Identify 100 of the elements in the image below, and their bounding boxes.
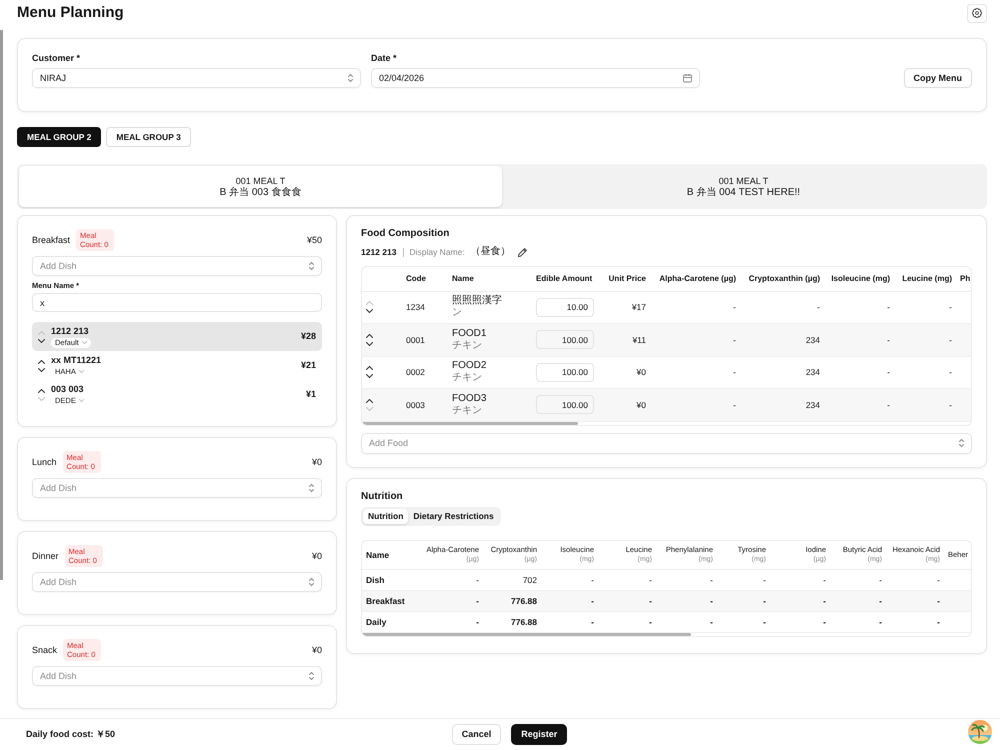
meal-name: Breakfast (32, 234, 70, 246)
scrollbar-thumb[interactable] (362, 422, 578, 424)
value-cell: - (656, 590, 717, 612)
value-cell: - (886, 612, 944, 632)
settings-button[interactable] (967, 4, 987, 22)
amount-input[interactable]: 100.00 (536, 395, 594, 414)
column-header: Cryptoxanthin (µg) (740, 267, 824, 291)
meal-group-tab[interactable]: MEAL GROUP 2 (17, 127, 102, 147)
meal-cost: ¥0 (312, 644, 322, 656)
chevron-updown-icon (959, 439, 964, 447)
tab[interactable]: Nutrition (363, 508, 408, 524)
daily-cost-text: Daily food cost: ￥50 (26, 729, 116, 740)
meal-tab[interactable]: 001 MEAL T B 弁当 003 食食食 (19, 166, 502, 207)
add-dish-select[interactable]: Add Dish (32, 256, 322, 276)
calendar-icon (683, 74, 692, 82)
menu-name-input[interactable]: x (32, 293, 322, 312)
register-button[interactable]: Register (511, 724, 568, 745)
value-cell: - (886, 590, 944, 612)
food-reading: ン (452, 307, 463, 320)
card-title: Food Composition (361, 228, 450, 240)
field-label: Date * (371, 53, 398, 64)
chevron-up-icon[interactable] (38, 388, 45, 392)
meal-cost: ¥0 (312, 550, 322, 562)
dish-name: 003 003 (51, 384, 85, 394)
value-cell: - (824, 324, 894, 356)
amount-input[interactable]: 100.00 (536, 362, 594, 382)
field-label: Customer * (32, 53, 82, 64)
price-cell: ¥11 (600, 324, 650, 356)
copy-menu-button[interactable]: Copy Menu (904, 68, 972, 88)
dish-price: ¥28 (300, 331, 316, 342)
column-header: Name (448, 267, 532, 291)
chevron-updown-icon (309, 578, 314, 586)
value-cell: - (650, 388, 740, 421)
code-cell: 0001 (402, 324, 448, 356)
island-icon[interactable] (967, 718, 993, 744)
meal-name: Lunch (32, 456, 57, 468)
page-title: Menu Planning (17, 4, 124, 22)
value-cell: 234 (740, 324, 824, 356)
value-cell: - (598, 590, 656, 612)
add-dish-select[interactable]: Add Dish (32, 572, 322, 592)
chevron-down-icon[interactable] (366, 342, 373, 346)
column-header: Unit Price (600, 267, 650, 291)
meal-tab[interactable]: 001 MEAL T B 弁当 004 TEST HERE!! (502, 166, 985, 207)
chevron-up-icon[interactable] (366, 334, 373, 338)
amount-input[interactable]: 10.00 (536, 298, 594, 317)
food-reading: チキン (452, 372, 483, 384)
value-cell: - (541, 590, 598, 612)
chevron-down-icon[interactable] (38, 368, 45, 372)
date-field[interactable]: 02/04/2026 (371, 68, 700, 88)
chevron-down-icon (82, 341, 87, 344)
food-name: 照照照漢字 (452, 295, 503, 308)
value-cell: - (650, 324, 740, 356)
column-header: Ph (956, 267, 971, 291)
value-cell: - (770, 612, 830, 632)
value-cell: - (717, 590, 770, 612)
meal-name: Dinner (32, 550, 59, 562)
chevron-up-icon[interactable] (366, 366, 373, 370)
tab[interactable]: Dietary Restrictions (408, 508, 499, 524)
chevron-updown-icon (309, 262, 314, 270)
chevron-down-icon (78, 399, 84, 402)
chevron-down-icon (78, 370, 84, 373)
chevron-down-icon[interactable] (366, 309, 373, 314)
chevron-updown-icon (309, 672, 314, 680)
customer-select[interactable]: NIRAJ (32, 68, 361, 88)
chevron-updown-icon (348, 74, 353, 82)
price-cell: ¥0 (600, 388, 650, 421)
value-cell: - (824, 388, 894, 421)
add-dish-select[interactable]: Add Dish (32, 478, 322, 498)
display-name: （昼食） (470, 246, 511, 258)
dish-code: 1212 213 (361, 246, 396, 258)
chevron-up-icon[interactable] (366, 398, 373, 403)
amount-input[interactable]: 100.00 (536, 330, 594, 350)
meal-cost: ¥50 (306, 234, 322, 246)
cancel-button[interactable]: Cancel (452, 724, 502, 745)
edit-icon[interactable] (518, 248, 527, 256)
column-header: Isoleucine (mg) (824, 267, 894, 291)
chevron-updown-icon (309, 484, 314, 492)
meal-group-tab[interactable]: MEAL GROUP 3 (106, 127, 191, 147)
chevron-up-icon[interactable] (38, 360, 45, 364)
value-cell: - (830, 612, 886, 632)
food-reading: チキン (452, 404, 483, 417)
display-name-label: Display Name: (403, 248, 465, 256)
scrollbar-thumb[interactable] (362, 633, 691, 636)
column-header: Alpha-Carotene (µg) (650, 267, 740, 291)
value-cell: 776.88 (483, 590, 541, 612)
add-dish-select[interactable]: Add Dish (32, 666, 322, 686)
chevron-down-icon[interactable] (366, 374, 373, 378)
value-cell: - (417, 590, 483, 612)
value-cell: - (770, 590, 830, 612)
add-food-select[interactable]: Add Food (361, 432, 972, 454)
column-header: Code (402, 267, 448, 291)
column-header: Edible Amount (532, 267, 600, 291)
chevron-down-icon[interactable] (38, 338, 45, 342)
settings-icon (972, 8, 982, 18)
card-title: Nutrition (361, 490, 404, 502)
value-cell: 234 (740, 388, 824, 421)
dish-price: ¥21 (300, 360, 316, 371)
meal-name: Snack (32, 644, 58, 656)
food-name: FOOD1 (452, 328, 488, 340)
scrollbar-thumb[interactable] (0, 30, 3, 580)
